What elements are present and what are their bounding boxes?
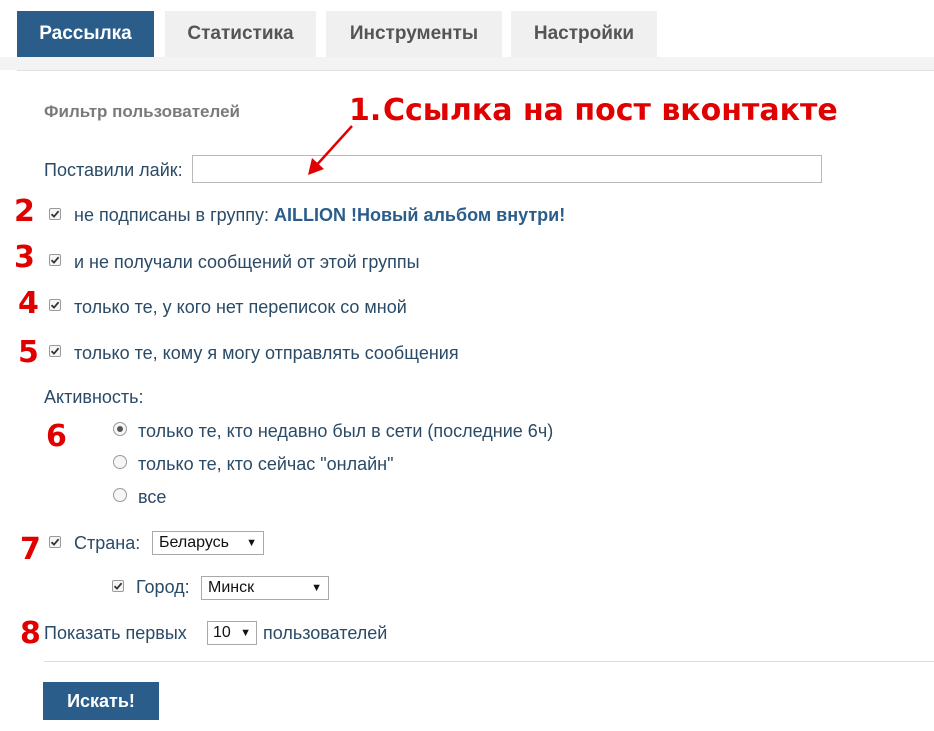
users-label: пользователей [263, 623, 388, 643]
activity-all-radio[interactable] [113, 488, 127, 502]
annotation-number-6: 6 [46, 419, 67, 454]
tab-statistics[interactable]: Статистика [165, 11, 316, 57]
checkmark-icon [50, 210, 60, 218]
annotation-number-2: 2 [14, 194, 35, 229]
no-dialogs-checkbox[interactable] [49, 299, 61, 311]
country-checkbox[interactable] [49, 536, 61, 548]
group-name-link[interactable]: AILLION !Новый альбом внутри! [274, 205, 565, 225]
activity-online-radio[interactable] [113, 455, 127, 469]
annotation-number-8: 8 [20, 616, 41, 651]
search-button[interactable]: Искать! [43, 682, 159, 720]
filter-title: Фильтр пользователей [44, 102, 240, 121]
no-messages-label: и не получали сообщений от этой группы [74, 252, 420, 272]
tab-mailing[interactable]: Рассылка [17, 11, 154, 57]
checkmark-icon [50, 256, 60, 264]
tab-underline [0, 57, 934, 70]
dropdown-arrow-icon: ▼ [240, 627, 251, 639]
no-messages-checkbox[interactable] [49, 254, 61, 266]
show-first-label: Показать первых [44, 623, 187, 643]
show-count-select[interactable]: 10 ▼ [207, 621, 257, 645]
activity-online-label: только те, кто сейчас "онлайн" [138, 454, 394, 474]
country-label: Страна: [74, 533, 141, 553]
tab-tools[interactable]: Инструменты [326, 11, 502, 57]
city-checkbox[interactable] [112, 580, 124, 592]
dropdown-arrow-icon: ▼ [311, 582, 322, 594]
city-select-value: Минск [208, 579, 255, 596]
not-subscribed-label: не подписаны в группу: AILLION !Новый ал… [74, 205, 565, 226]
activity-recent-label: только те, кто недавно был в сети (после… [138, 421, 554, 441]
not-subscribed-text: не подписаны в группу: [74, 205, 269, 225]
dropdown-arrow-icon: ▼ [246, 537, 257, 549]
can-message-checkbox[interactable] [49, 345, 61, 357]
liked-label: Поставили лайк: [44, 160, 183, 180]
checkmark-icon [50, 301, 60, 309]
checkmark-icon [50, 538, 60, 546]
checkmark-icon [113, 582, 123, 590]
no-dialogs-label: только те, у кого нет переписок со мной [74, 297, 407, 317]
city-label: Город: [136, 577, 190, 597]
country-select[interactable]: Беларусь ▼ [152, 531, 264, 555]
activity-all-label: все [138, 487, 167, 507]
annotation-arrow-icon [308, 125, 353, 175]
tab-settings[interactable]: Настройки [511, 11, 657, 57]
post-link-input[interactable] [192, 155, 822, 183]
can-message-label: только те, кому я могу отправлять сообще… [74, 343, 459, 363]
activity-recent-radio[interactable] [113, 422, 127, 436]
annotation-number-5: 5 [18, 335, 39, 370]
annotation-title: Ссылка на пост вконтакте [383, 93, 838, 128]
annotation-number-3: 3 [14, 240, 35, 275]
divider [44, 661, 934, 662]
annotation-number-7: 7 [20, 532, 41, 567]
not-subscribed-checkbox[interactable] [49, 208, 61, 220]
country-select-value: Беларусь [159, 534, 229, 551]
show-count-value: 10 [213, 624, 231, 641]
annotation-number-4: 4 [18, 286, 39, 321]
city-select[interactable]: Минск ▼ [201, 576, 329, 600]
checkmark-icon [50, 347, 60, 355]
activity-label: Активность: [44, 387, 144, 407]
